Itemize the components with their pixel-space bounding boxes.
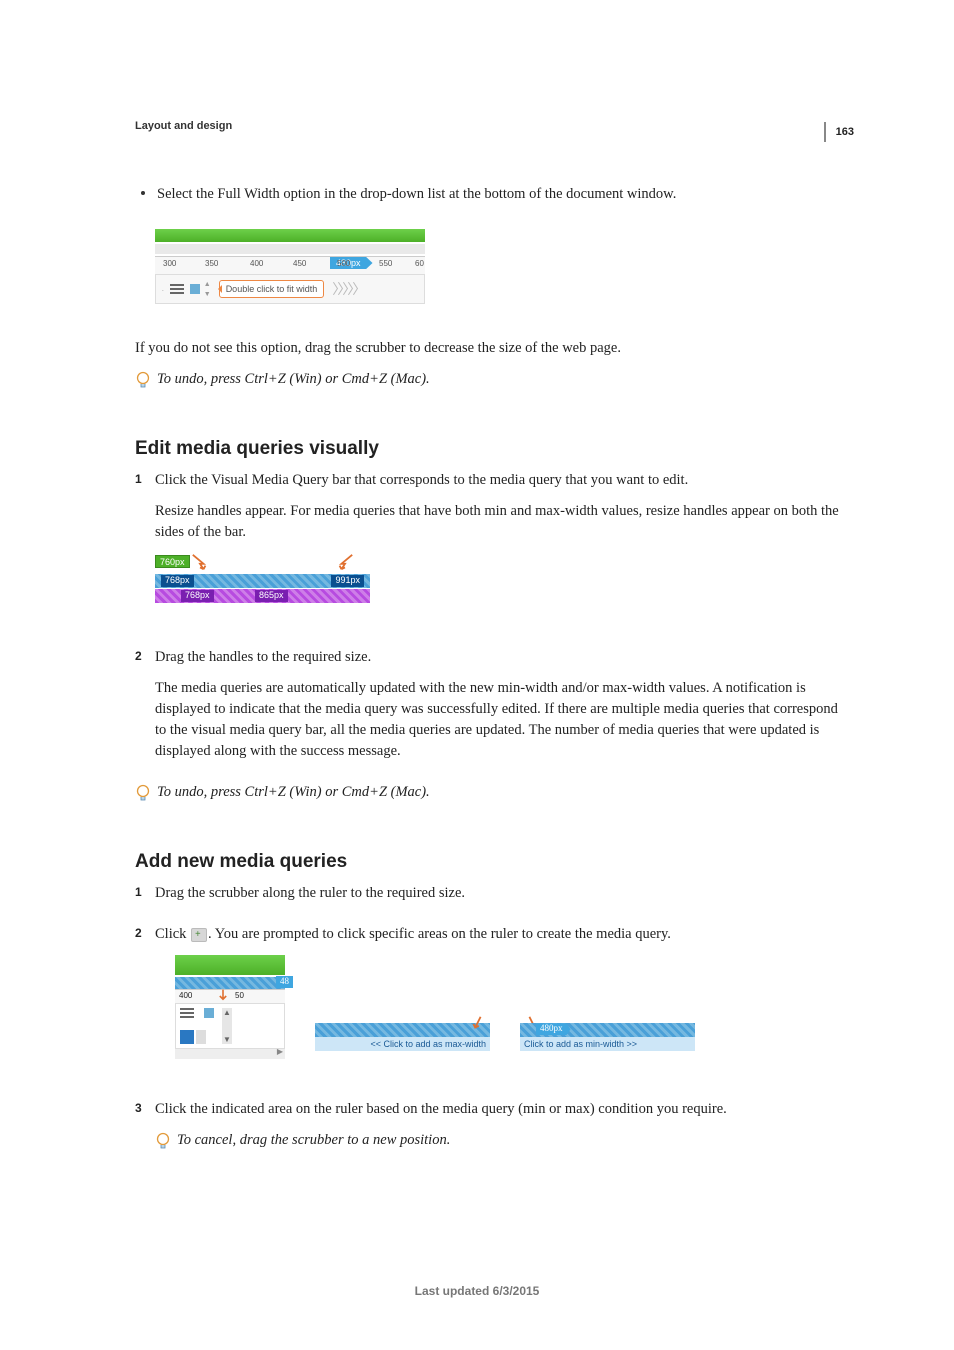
tip: To undo, press Ctrl+Z (Win) or Cmd+Z (Ma…	[135, 782, 844, 813]
step-2: 2 Click . You are prompted to click spec…	[135, 924, 844, 1089]
step-number: 2	[135, 649, 155, 663]
step-text: Resize handles appear. For media queries…	[155, 501, 844, 543]
tip: To undo, press Ctrl+Z (Win) or Cmd+Z (Ma…	[135, 369, 844, 400]
step-text: Click the indicated area on the ruler ba…	[155, 1099, 844, 1120]
add-media-query-icon	[191, 928, 207, 942]
blue-pill-right: 991px	[331, 575, 364, 587]
step-text: Click the Visual Media Query bar that co…	[155, 470, 844, 491]
arrow-up-icon: ▲	[223, 1008, 231, 1017]
arrow-icon	[336, 553, 354, 571]
bullet-item: Select the Full Width option in the drop…	[135, 184, 844, 215]
figure-resize-handles: 760px 768px 991px 768px 865px	[155, 555, 370, 603]
bullet-icon	[141, 191, 145, 195]
caption-max-width: << Click to add as max-width	[315, 1037, 490, 1051]
green-bar	[175, 955, 285, 975]
lightbulb-icon	[155, 1132, 173, 1157]
arrow-down-icon: ▼	[223, 1035, 231, 1044]
lightbulb-icon	[135, 371, 153, 396]
tick-label: 350	[205, 259, 218, 268]
mobile-icon	[204, 1008, 214, 1018]
tip-text: To undo, press Ctrl+Z (Win) or Cmd+Z (Ma…	[157, 782, 430, 803]
step-text: The media queries are automatically upda…	[155, 678, 844, 762]
ruler: 400 50	[175, 989, 285, 1003]
bottom-strip	[175, 1049, 285, 1059]
step-3: 3 Click the indicated area on the ruler …	[135, 1099, 844, 1175]
mobile-icon	[190, 284, 200, 294]
figure-max-width-prompt: << Click to add as max-width	[315, 1023, 490, 1059]
callout-tooltip: Double click to fit width	[219, 280, 325, 298]
footer-last-updated: Last updated 6/3/2015	[0, 1284, 954, 1298]
size-tag: 480px	[536, 1023, 571, 1035]
purple-pill-right: 865px	[255, 590, 288, 602]
paragraph: If you do not see this option, drag the …	[135, 338, 844, 359]
text-run: Click	[155, 926, 190, 942]
tool-icon	[180, 1030, 194, 1044]
arrow-icon	[215, 988, 231, 1004]
lightbulb-icon	[135, 784, 153, 809]
step-text: Drag the handles to the required size.	[155, 647, 844, 668]
heading-edit-media-queries: Edit media queries visually	[135, 438, 844, 460]
grey-bar	[155, 244, 425, 254]
blue-bar: 480px	[520, 1023, 695, 1037]
tick-label: 450	[293, 259, 306, 268]
step-1: 1 Drag the scrubber along the ruler to t…	[135, 883, 844, 914]
size-tag: 48	[276, 976, 293, 988]
page-number: 163	[824, 122, 854, 142]
caption-min-width: Click to add as min-width >>	[520, 1037, 695, 1051]
green-pill: 760px	[155, 555, 190, 568]
purple-pill-left: 768px	[181, 590, 214, 602]
tip: To cancel, drag the scrubber to a new po…	[155, 1130, 844, 1161]
chevrons-icon: 〉〉〉〉〉	[332, 279, 364, 299]
scrubber-dot: .	[162, 285, 164, 293]
text-run: . You are prompted to click specific are…	[208, 926, 671, 942]
tick-label: 400	[179, 991, 192, 1000]
tip-text: To undo, press Ctrl+Z (Win) or Cmd+Z (Ma…	[157, 369, 430, 390]
arrow-icon	[468, 1015, 486, 1033]
step-number: 1	[135, 472, 155, 486]
tick-label: 550	[379, 259, 392, 268]
tick-label: 300	[163, 259, 176, 268]
arrows-icon: ▲▼	[204, 280, 211, 298]
chapter-heading: Layout and design	[135, 120, 844, 132]
figure-scrubber-panel: 48 400 50 ▲▼	[175, 955, 285, 1059]
figure-full-width-option: 480px 300 350 400 450 500 550 60 . ▲▼ Do…	[155, 229, 425, 304]
step-number: 3	[135, 1101, 155, 1115]
step-text: Drag the scrubber along the ruler to the…	[155, 883, 844, 904]
step-text: Click . You are prompted to click specif…	[155, 924, 844, 945]
step-1: 1 Click the Visual Media Query bar that …	[135, 470, 844, 637]
bullet-text: Select the Full Width option in the drop…	[157, 184, 676, 205]
ruler: 480px 300 350 400 450 500 550 60	[155, 256, 425, 274]
hamburger-icon	[170, 284, 184, 294]
blue-pill-left: 768px	[161, 575, 194, 587]
blue-bar: 768px 991px	[155, 574, 370, 588]
tick-label: 500	[337, 259, 350, 268]
tick-label: 50	[235, 991, 244, 1000]
step-number: 2	[135, 926, 155, 940]
tick-label: 400	[250, 259, 263, 268]
tip-text: To cancel, drag the scrubber to a new po…	[177, 1130, 450, 1151]
arrow-icon	[191, 553, 209, 571]
figure-min-width-prompt: 480px Click to add as min-width >>	[520, 1023, 695, 1059]
toolbar: ▲▼	[175, 1003, 285, 1049]
purple-bar: 768px 865px	[155, 589, 370, 603]
toolbar-row: . ▲▼ Double click to fit width 〉〉〉〉〉	[155, 274, 425, 304]
tick-label: 60	[415, 259, 424, 268]
blue-bar	[315, 1023, 490, 1037]
tool-icon	[196, 1030, 206, 1044]
vmq-green-bar	[155, 229, 425, 242]
step-2: 2 Drag the handles to the required size.…	[135, 647, 844, 772]
heading-add-media-queries: Add new media queries	[135, 851, 844, 873]
scrollbar: ▲▼	[222, 1008, 232, 1044]
step-number: 1	[135, 885, 155, 899]
figure-add-media-query: 48 400 50 ▲▼	[175, 955, 844, 1059]
